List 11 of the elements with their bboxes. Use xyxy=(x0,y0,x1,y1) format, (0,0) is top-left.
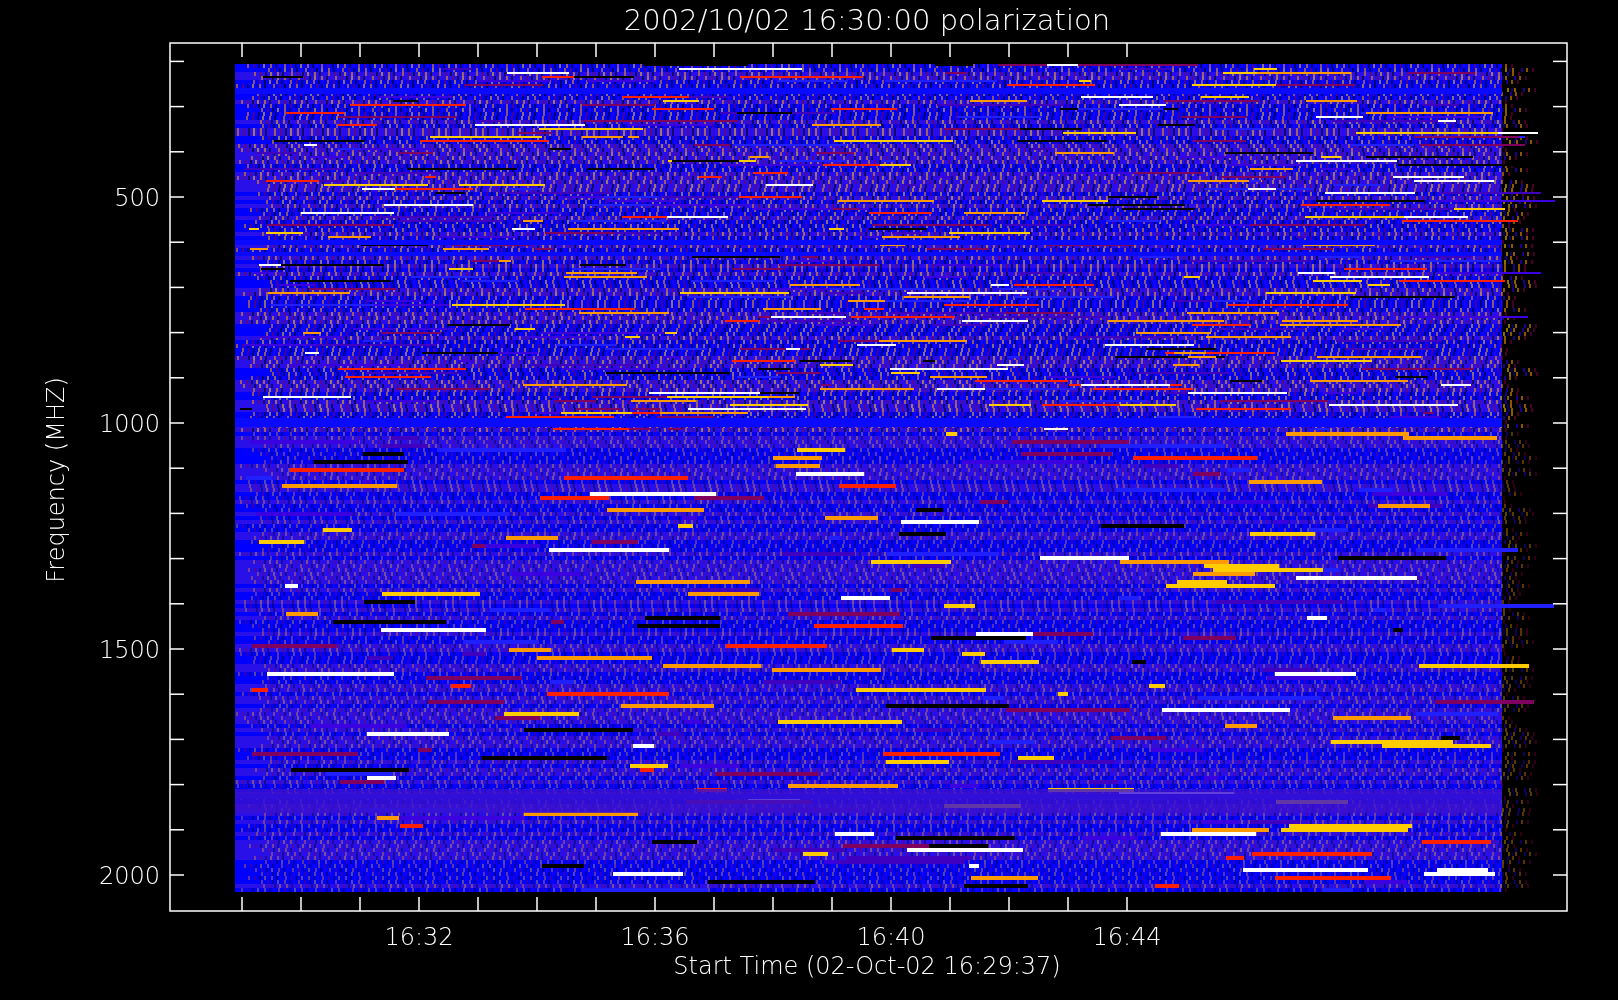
tick-label: 2000 xyxy=(98,862,160,890)
tick-label: 16:40 xyxy=(856,923,926,951)
tick-label: 16:44 xyxy=(1092,923,1162,951)
tick-label: 500 xyxy=(114,184,160,212)
tick-label: 16:32 xyxy=(384,923,454,951)
axis-label: Frequency (MHZ) xyxy=(42,377,70,583)
axis-label: Start Time (02-Oct-02 16:29:37) xyxy=(673,952,1061,980)
chart-title: 2002/10/02 16:30:00 polarization xyxy=(623,3,1111,37)
tick-label: 1500 xyxy=(98,636,160,664)
tick-label: 1000 xyxy=(98,410,160,438)
tick-label: 16:36 xyxy=(620,923,690,951)
